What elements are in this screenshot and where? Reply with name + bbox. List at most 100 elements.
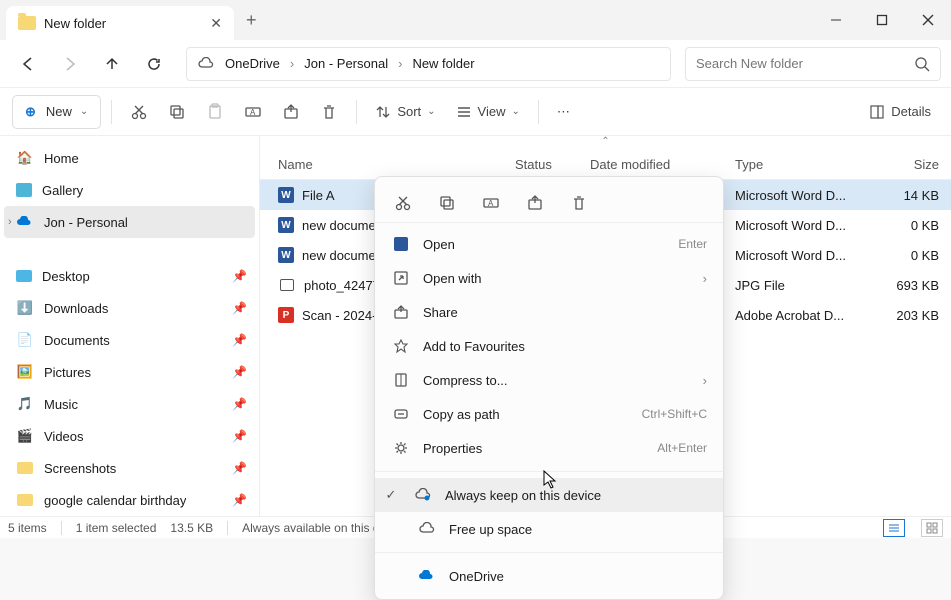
sidebar-item-screenshots[interactable]: Screenshots📌 [0, 452, 259, 484]
file-type: JPG File [735, 278, 855, 293]
search-input[interactable]: Search New folder [685, 47, 941, 81]
status-item-count: 5 items [8, 521, 47, 535]
open-with-icon [391, 270, 411, 286]
sidebar-item-downloads[interactable]: ⬇️Downloads📌 [0, 292, 259, 324]
sidebar-item-pictures[interactable]: 🖼️Pictures📌 [0, 356, 259, 388]
chevron-right-icon: › [398, 56, 402, 71]
sidebar-item-gallery[interactable]: Gallery [0, 174, 259, 206]
breadcrumb[interactable]: OneDrive › Jon - Personal › New folder [186, 47, 671, 81]
file-type: Microsoft Word D... [735, 248, 855, 263]
window-tab[interactable]: New folder ✕ [6, 6, 234, 40]
ctx-share-button[interactable] [521, 189, 549, 217]
up-button[interactable] [94, 46, 130, 82]
pin-icon: 📌 [232, 429, 247, 443]
back-button[interactable] [10, 46, 46, 82]
ctx-open-with[interactable]: Open with› [375, 261, 723, 295]
refresh-button[interactable] [136, 46, 172, 82]
cloud-icon [417, 522, 437, 536]
forward-button[interactable] [52, 46, 88, 82]
sidebar-item-gcal[interactable]: google calendar birthday📌 [0, 484, 259, 516]
cut-button[interactable] [122, 95, 156, 129]
close-tab-button[interactable]: ✕ [210, 15, 222, 32]
breadcrumb-onedrive[interactable]: OneDrive [225, 56, 280, 71]
documents-icon: 📄 [16, 331, 34, 349]
title-bar: New folder ✕ + [0, 0, 951, 40]
ctx-compress[interactable]: Compress to...› [375, 363, 723, 397]
pictures-icon: 🖼️ [16, 363, 34, 381]
sidebar-item-documents[interactable]: 📄Documents📌 [0, 324, 259, 356]
collapse-chevron-icon[interactable]: ⌃ [260, 136, 951, 150]
ctx-rename-button[interactable]: A [477, 189, 505, 217]
breadcrumb-user[interactable]: Jon - Personal [304, 56, 388, 71]
ctx-delete-button[interactable] [565, 189, 593, 217]
window-controls [813, 0, 951, 40]
cloud-sync-icon [413, 488, 433, 502]
sidebar-item-desktop[interactable]: Desktop📌 [0, 260, 259, 292]
column-date[interactable]: Date modified [590, 157, 735, 172]
new-tab-button[interactable]: + [246, 10, 257, 31]
share-button[interactable] [274, 95, 308, 129]
pin-icon: 📌 [232, 269, 247, 283]
file-name: new docume [302, 218, 376, 233]
ctx-properties[interactable]: PropertiesAlt+Enter [375, 431, 723, 465]
chevron-right-icon: › [8, 216, 12, 228]
file-size: 693 KB [855, 278, 951, 293]
ctx-share[interactable]: Share [375, 295, 723, 329]
pin-icon: 📌 [232, 333, 247, 347]
ctx-copy-button[interactable] [433, 189, 461, 217]
new-button[interactable]: ⊕ New ⌄ [12, 95, 101, 129]
file-name: File A [302, 188, 335, 203]
pin-icon: 📌 [232, 301, 247, 315]
delete-button[interactable] [312, 95, 346, 129]
ctx-cut-button[interactable] [389, 189, 417, 217]
chevron-right-icon: › [703, 373, 707, 388]
copy-path-icon [391, 406, 411, 422]
cloud-icon [197, 57, 215, 71]
file-size: 0 KB [855, 218, 951, 233]
onedrive-icon [16, 213, 34, 231]
copy-button[interactable] [160, 95, 194, 129]
sidebar-item-music[interactable]: 🎵Music📌 [0, 388, 259, 420]
view-button[interactable]: View ⌄ [448, 95, 528, 129]
sidebar-item-videos[interactable]: 🎬Videos📌 [0, 420, 259, 452]
view-details-toggle[interactable] [883, 519, 905, 537]
sidebar-item-onedrive[interactable]: ›Jon - Personal [4, 206, 255, 238]
file-type: Microsoft Word D... [735, 218, 855, 233]
folder-icon [18, 16, 36, 30]
chevron-right-icon: › [290, 56, 294, 71]
details-button[interactable]: Details [861, 95, 939, 129]
ctx-favourites[interactable]: Add to Favourites [375, 329, 723, 363]
column-size[interactable]: Size [855, 157, 951, 172]
ctx-onedrive[interactable]: OneDrive [375, 559, 723, 593]
sidebar-item-home[interactable]: 🏠Home [0, 142, 259, 174]
command-toolbar: ⊕ New ⌄ A Sort ⌄ View ⌄ ⋯ Details [0, 88, 951, 136]
file-size: 14 KB [855, 188, 951, 203]
chevron-down-icon: ⌄ [80, 106, 88, 117]
status-selected: 1 item selected [76, 521, 157, 535]
ctx-open[interactable]: OpenEnter [375, 227, 723, 261]
paste-button[interactable] [198, 95, 232, 129]
column-name[interactable]: Name [260, 157, 515, 172]
file-size: 0 KB [855, 248, 951, 263]
view-thumbnails-toggle[interactable] [921, 519, 943, 537]
ctx-free-up[interactable]: Free up space [375, 512, 723, 546]
open-icon [391, 237, 411, 251]
close-window-button[interactable] [905, 0, 951, 40]
ctx-copy-path[interactable]: Copy as pathCtrl+Shift+C [375, 397, 723, 431]
maximize-button[interactable] [859, 0, 905, 40]
more-button[interactable]: ⋯ [549, 95, 578, 129]
minimize-button[interactable] [813, 0, 859, 40]
cursor-icon [543, 470, 559, 490]
context-toolbar: A [375, 183, 723, 223]
file-type: Microsoft Word D... [735, 188, 855, 203]
sort-button[interactable]: Sort ⌄ [367, 95, 443, 129]
column-type[interactable]: Type [735, 157, 855, 172]
word-icon: W [278, 187, 294, 203]
star-icon [391, 338, 411, 354]
pin-icon: 📌 [232, 397, 247, 411]
rename-button[interactable]: A [236, 95, 270, 129]
breadcrumb-folder[interactable]: New folder [412, 56, 474, 71]
tab-title: New folder [44, 16, 202, 31]
navigation-bar: OneDrive › Jon - Personal › New folder S… [0, 40, 951, 88]
column-status[interactable]: Status [515, 157, 590, 172]
